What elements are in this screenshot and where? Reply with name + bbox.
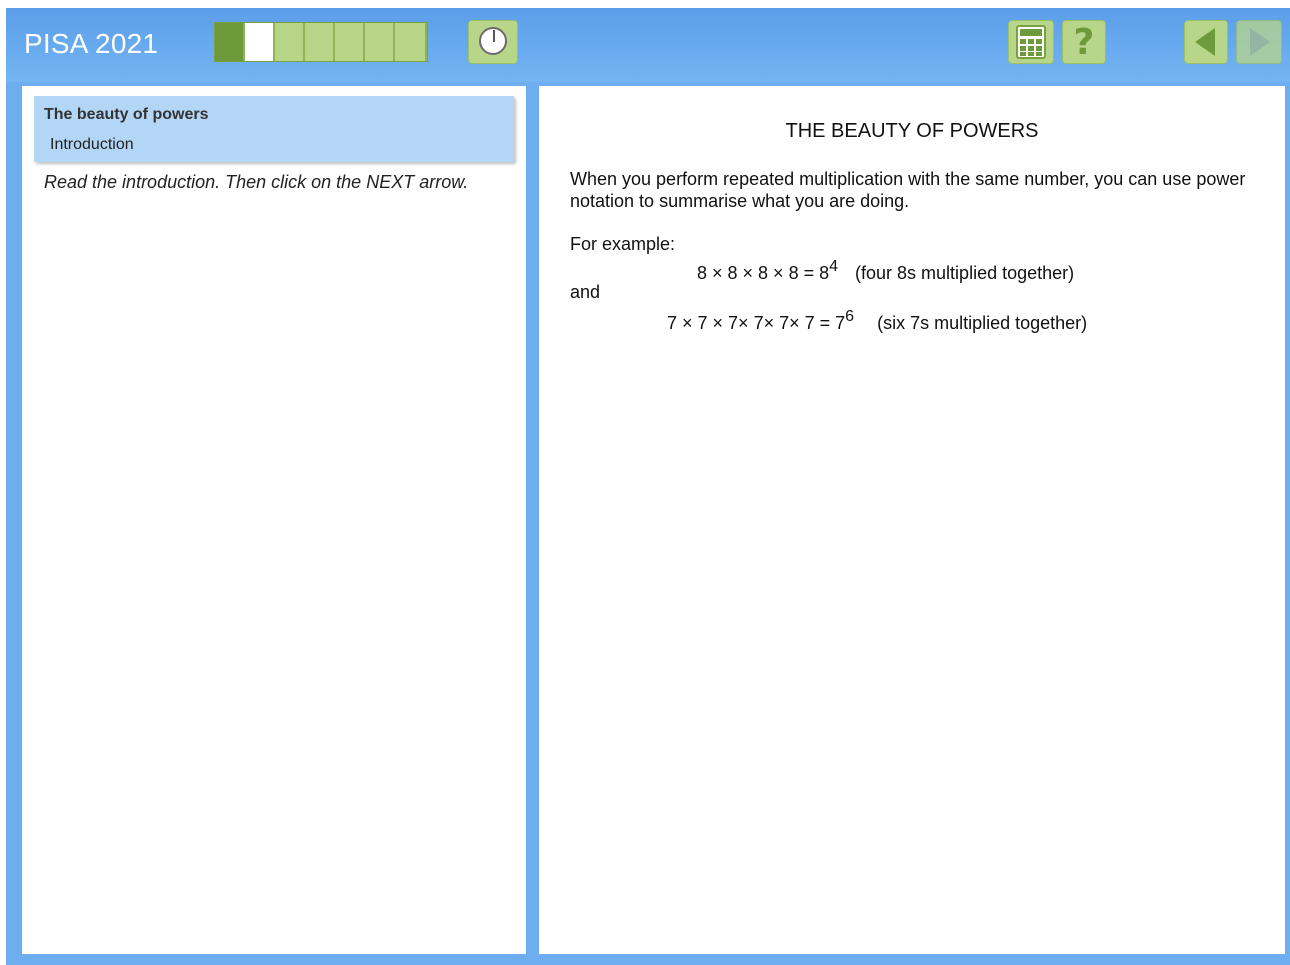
example-1: 8 × 8 × 8 × 8 = 84 (four 8s multiplied t…: [697, 258, 1074, 284]
next-arrow-icon: [1250, 28, 1270, 56]
example-1-note: (four 8s multiplied together): [855, 263, 1075, 283]
example-2-note: (six 7s multiplied together): [877, 313, 1088, 333]
instruction-text: Read the introduction. Then click on the…: [44, 172, 469, 192]
example-label: For example:: [570, 234, 676, 254]
example-2-expression: 7 × 7 × 7× 7× 7× 7 = 7: [667, 313, 846, 333]
top-toolbar: PISA 2021 ?: [6, 8, 1290, 82]
example-2: 7 × 7 × 7× 7× 7× 7 = 76 (six 7s multipli…: [667, 308, 1087, 334]
unit-header: The beauty of powers Introduction: [34, 96, 514, 162]
example-1-exponent: 4: [829, 258, 839, 275]
progress-segment: [395, 23, 425, 61]
progress-segment-done: [215, 23, 245, 61]
help-button[interactable]: ?: [1062, 20, 1106, 64]
stimulus-panel: THE BEAUTY OF POWERS When you perform re…: [539, 86, 1285, 954]
progress-bar: [214, 22, 428, 62]
back-arrow-icon: [1195, 28, 1215, 56]
unit-title: The beauty of powers: [44, 106, 209, 123]
progress-segment: [335, 23, 365, 61]
progress-segment: [365, 23, 395, 61]
stimulus-title: THE BEAUTY OF POWERS: [785, 120, 1039, 142]
progress-segment: [305, 23, 335, 61]
unit-subtitle: Introduction: [50, 136, 134, 153]
connector-text: and: [570, 282, 601, 302]
app-title: PISA 2021: [24, 28, 159, 59]
example-1-expression: 8 × 8 × 8 × 8 = 8: [697, 263, 830, 283]
example-2-exponent: 6: [845, 308, 855, 325]
timer-button[interactable]: [468, 20, 518, 64]
progress-segment-current: [245, 23, 275, 61]
next-button[interactable]: [1236, 20, 1282, 64]
help-icon: ?: [1073, 22, 1095, 63]
back-button[interactable]: [1184, 20, 1228, 64]
progress-segment: [275, 23, 305, 61]
stimulus-paragraph: When you perform repeated multiplication…: [570, 169, 1246, 211]
calculator-button[interactable]: [1008, 20, 1054, 64]
calculator-icon: [1016, 25, 1046, 59]
question-panel: The beauty of powers Introduction Read t…: [22, 86, 526, 954]
timer-icon: [479, 27, 507, 55]
